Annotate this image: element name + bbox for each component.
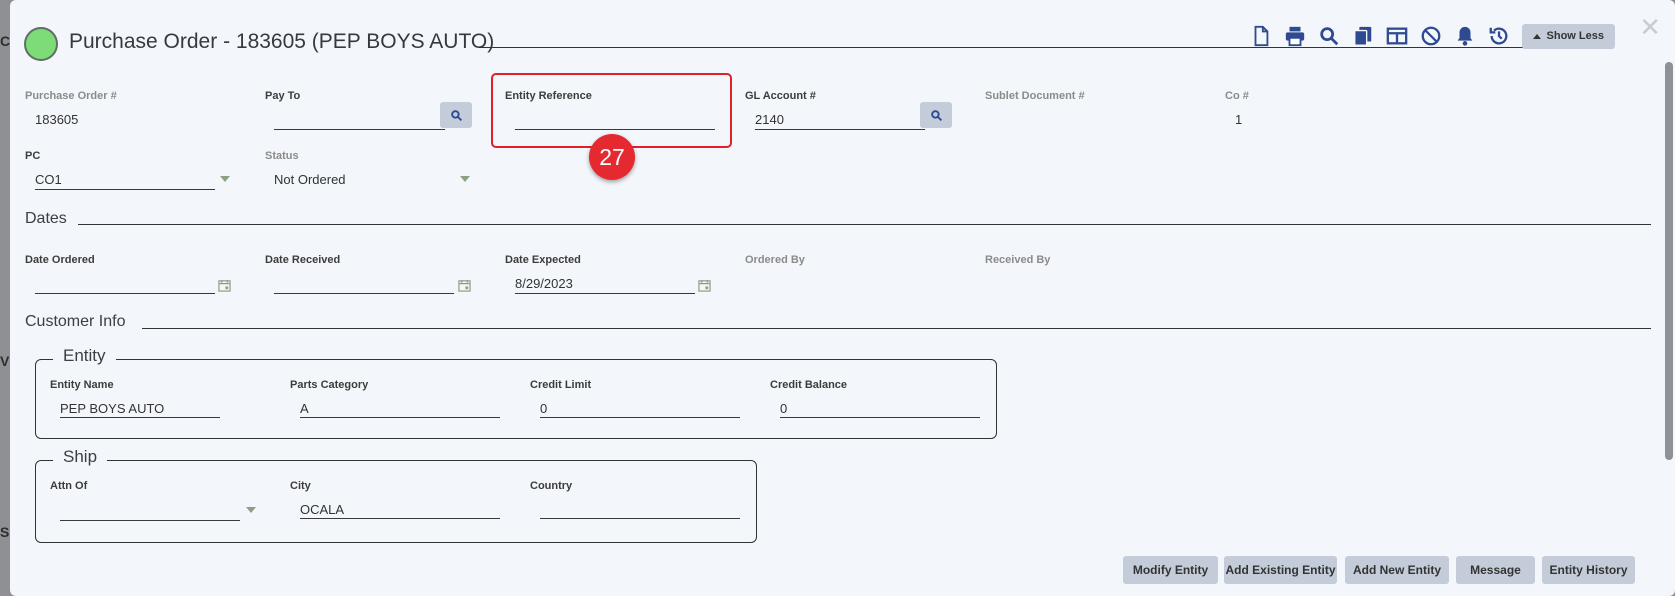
date-expected-input[interactable]: 8/29/2023 (515, 276, 573, 291)
search-icon (930, 109, 942, 121)
credit-balance-underline (780, 417, 980, 418)
status-indicator (24, 27, 58, 61)
page-title: Purchase Order - 183605 (PEP BOYS AUTO) (69, 30, 495, 53)
step-badge: 27 (589, 134, 635, 180)
country-underline (540, 518, 740, 519)
customer-info-section-title: Customer Info (25, 313, 126, 330)
calendar-icon[interactable] (218, 279, 231, 292)
background-letter: C (0, 33, 11, 49)
gl-account-search-button[interactable] (920, 102, 952, 128)
calendar-icon[interactable] (698, 279, 711, 292)
country-label: Country (530, 480, 573, 492)
parts-category-underline (300, 417, 500, 418)
gl-account-underline (755, 129, 925, 130)
status-label: Status (265, 150, 299, 162)
date-expected-underline (515, 293, 695, 294)
credit-limit-underline (540, 417, 740, 418)
print-icon[interactable] (1278, 22, 1312, 50)
entity-fieldset (35, 359, 997, 439)
city-underline (300, 518, 500, 519)
document-icon[interactable] (1244, 22, 1278, 50)
gl-account-label: GL Account # (745, 90, 816, 102)
city-label: City (290, 480, 311, 492)
entity-legend: Entity (53, 346, 116, 366)
add-existing-entity-button[interactable]: Add Existing Entity (1224, 556, 1337, 584)
dates-divider (78, 224, 1651, 225)
sublet-document-label: Sublet Document # (985, 90, 1085, 102)
ship-fieldset (35, 460, 757, 543)
toolbar: Show Less (1244, 22, 1615, 50)
bell-icon[interactable] (1448, 22, 1482, 50)
attn-of-label: Attn Of (50, 480, 88, 492)
add-new-entity-button[interactable]: Add New Entity (1345, 556, 1449, 584)
pay-to-underline (274, 129, 445, 130)
po-number-value: 183605 (35, 112, 79, 127)
entity-name-label: Entity Name (50, 379, 114, 391)
parts-category-label: Parts Category (290, 379, 369, 391)
show-less-label: Show Less (1546, 30, 1604, 42)
search-icon[interactable] (1312, 22, 1346, 50)
date-received-underline (274, 293, 454, 294)
entity-history-button[interactable]: Entity History (1542, 556, 1635, 584)
pc-select[interactable]: CO1 (35, 172, 62, 187)
search-icon (450, 109, 462, 121)
entity-name-input[interactable]: PEP BOYS AUTO (60, 401, 164, 416)
dates-section-title: Dates (25, 210, 67, 227)
date-ordered-underline (35, 293, 215, 294)
chevron-down-icon[interactable] (246, 507, 256, 513)
parts-category-input[interactable]: A (300, 401, 309, 416)
pc-label: PC (25, 150, 41, 162)
date-ordered-label: Date Ordered (25, 254, 95, 266)
close-icon[interactable]: ✕ (1639, 14, 1661, 40)
cancel-icon[interactable] (1414, 22, 1448, 50)
received-by-label: Received By (985, 254, 1051, 266)
gl-account-input[interactable]: 2140 (755, 112, 784, 127)
ordered-by-label: Ordered By (745, 254, 805, 266)
purchase-order-dialog: ✕ Purchase Order - 183605 (PEP BOYS AUTO… (10, 0, 1675, 596)
pc-underline (35, 189, 215, 190)
pay-to-search-button[interactable] (440, 102, 472, 128)
chevron-down-icon[interactable] (460, 176, 470, 182)
history-icon[interactable] (1482, 22, 1516, 50)
caret-up-icon (1532, 33, 1541, 39)
credit-limit-label: Credit Limit (530, 379, 592, 391)
credit-limit-input[interactable]: 0 (540, 401, 547, 416)
calendar-icon[interactable] (458, 279, 471, 292)
status-select[interactable]: Not Ordered (274, 172, 346, 187)
message-button[interactable]: Message (1456, 556, 1535, 584)
date-expected-label: Date Expected (505, 254, 581, 266)
background-letter: V (0, 353, 10, 369)
credit-balance-input[interactable]: 0 (780, 401, 787, 416)
pay-to-label: Pay To (265, 90, 301, 102)
date-received-label: Date Received (265, 254, 341, 266)
attn-of-underline (60, 520, 240, 521)
modify-entity-button[interactable]: Modify Entity (1123, 556, 1218, 584)
copy-icon[interactable] (1346, 22, 1380, 50)
customer-info-divider (142, 328, 1651, 329)
background-letter: S (0, 524, 10, 540)
entity-name-underline (60, 417, 220, 418)
co-number-label: Co # (1225, 90, 1249, 102)
po-number-label: Purchase Order # (25, 90, 117, 102)
city-input[interactable]: OCALA (300, 502, 344, 517)
ship-legend: Ship (53, 447, 108, 467)
chevron-down-icon[interactable] (220, 176, 230, 182)
scrollbar[interactable] (1665, 62, 1673, 460)
credit-balance-label: Credit Balance (770, 379, 848, 391)
co-number-value: 1 (1235, 112, 1243, 127)
show-less-button[interactable]: Show Less (1521, 23, 1615, 49)
layout-icon[interactable] (1380, 22, 1414, 50)
